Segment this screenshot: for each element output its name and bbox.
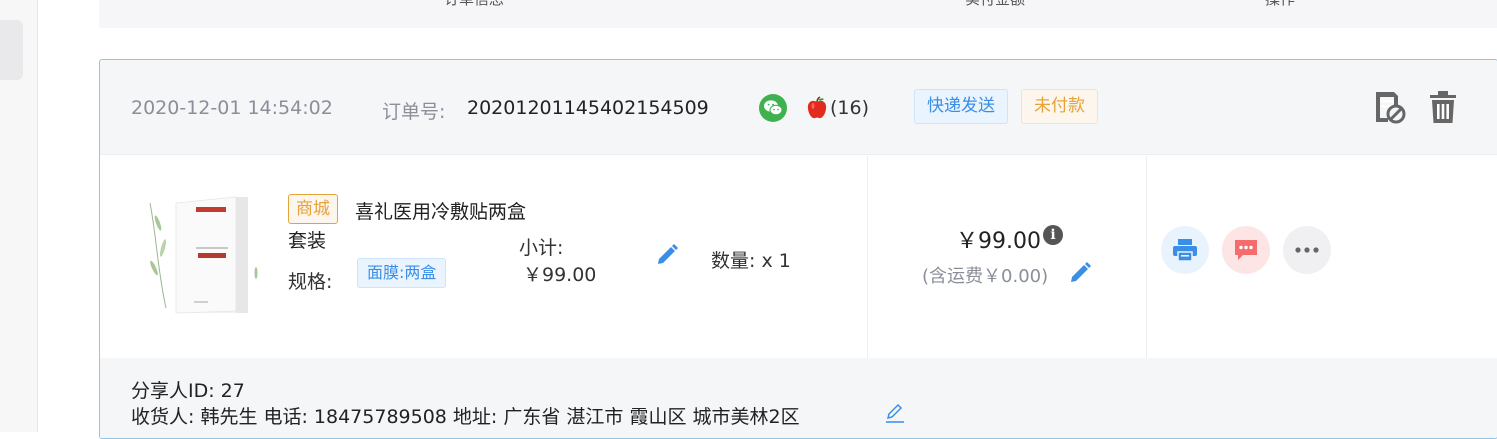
receiver-info: 收货人: 韩先生 电话: 18475789508 地址: 广东省 湛江市 霞山区… xyxy=(131,406,800,428)
message-button[interactable] xyxy=(1222,226,1270,274)
delivery-type-badge: 快递发送 xyxy=(914,89,1008,124)
apple-count: (16) xyxy=(830,97,870,119)
header-order-info: 订单信息 xyxy=(444,0,504,9)
more-icon xyxy=(1295,247,1319,253)
sharer-id: 分享人ID: 27 xyxy=(131,380,245,402)
message-icon xyxy=(1235,240,1257,260)
more-button[interactable] xyxy=(1283,226,1331,274)
product-column: 商城 喜礼医用冷敷贴两盒套装 规格: 面膜:两盒 小计: ￥99.00 数量: … xyxy=(100,156,868,358)
spec-label: 规格: xyxy=(288,271,333,293)
print-button[interactable] xyxy=(1161,226,1209,274)
left-sidebar xyxy=(0,0,38,432)
header-actions: 操作 xyxy=(1265,0,1295,9)
edit-shipping-pencil-icon[interactable] xyxy=(1069,262,1091,284)
edit-price-pencil-icon[interactable] xyxy=(656,244,678,266)
payment-status-badge: 未付款 xyxy=(1021,89,1098,124)
order-number: 20201201145402154509 xyxy=(467,97,709,119)
apple-icon xyxy=(807,96,827,119)
actions-column xyxy=(1147,156,1497,358)
edit-address-pencil-icon[interactable] xyxy=(885,402,905,424)
info-icon[interactable]: i xyxy=(1043,225,1063,245)
order-card: 2020-12-01 14:54:02 订单号: 202012011454021… xyxy=(99,59,1497,439)
wechat-icon xyxy=(759,94,787,122)
subtotal-value: ￥99.00 xyxy=(523,264,597,286)
product-image[interactable] xyxy=(136,193,258,319)
order-datetime: 2020-12-01 14:54:02 xyxy=(131,97,333,119)
header-paid-amount: 实付金额 xyxy=(965,0,1025,9)
trash-icon[interactable] xyxy=(1428,90,1458,124)
sidebar-active-item[interactable] xyxy=(0,20,23,80)
paid-amount: ￥99.00 xyxy=(956,229,1041,254)
order-card-footer: 分享人ID: 27 收货人: 韩先生 电话: 18475789508 地址: 广… xyxy=(100,358,1497,438)
product-name[interactable]: 喜礼医用冷敷贴两盒套装 xyxy=(288,198,528,256)
amount-column: ￥99.00 i (含运费￥0.00) xyxy=(868,156,1147,358)
printer-icon xyxy=(1173,239,1197,262)
order-table-header: 订单信息 实付金额 操作 xyxy=(99,0,1497,28)
cancel-order-icon[interactable] xyxy=(1372,90,1406,124)
spec-value-badge: 面膜:两盒 xyxy=(357,258,447,288)
order-card-header: 2020-12-01 14:54:02 订单号: 202012011454021… xyxy=(100,60,1497,155)
subtotal-label: 小计: xyxy=(519,237,564,259)
shipping-fee-note: (含运费￥0.00) xyxy=(922,266,1049,287)
order-number-label: 订单号: xyxy=(382,101,446,123)
order-card-body: 商城 喜礼医用冷敷贴两盒套装 规格: 面膜:两盒 小计: ￥99.00 数量: … xyxy=(100,156,1497,358)
quantity: 数量: x 1 xyxy=(711,250,791,272)
